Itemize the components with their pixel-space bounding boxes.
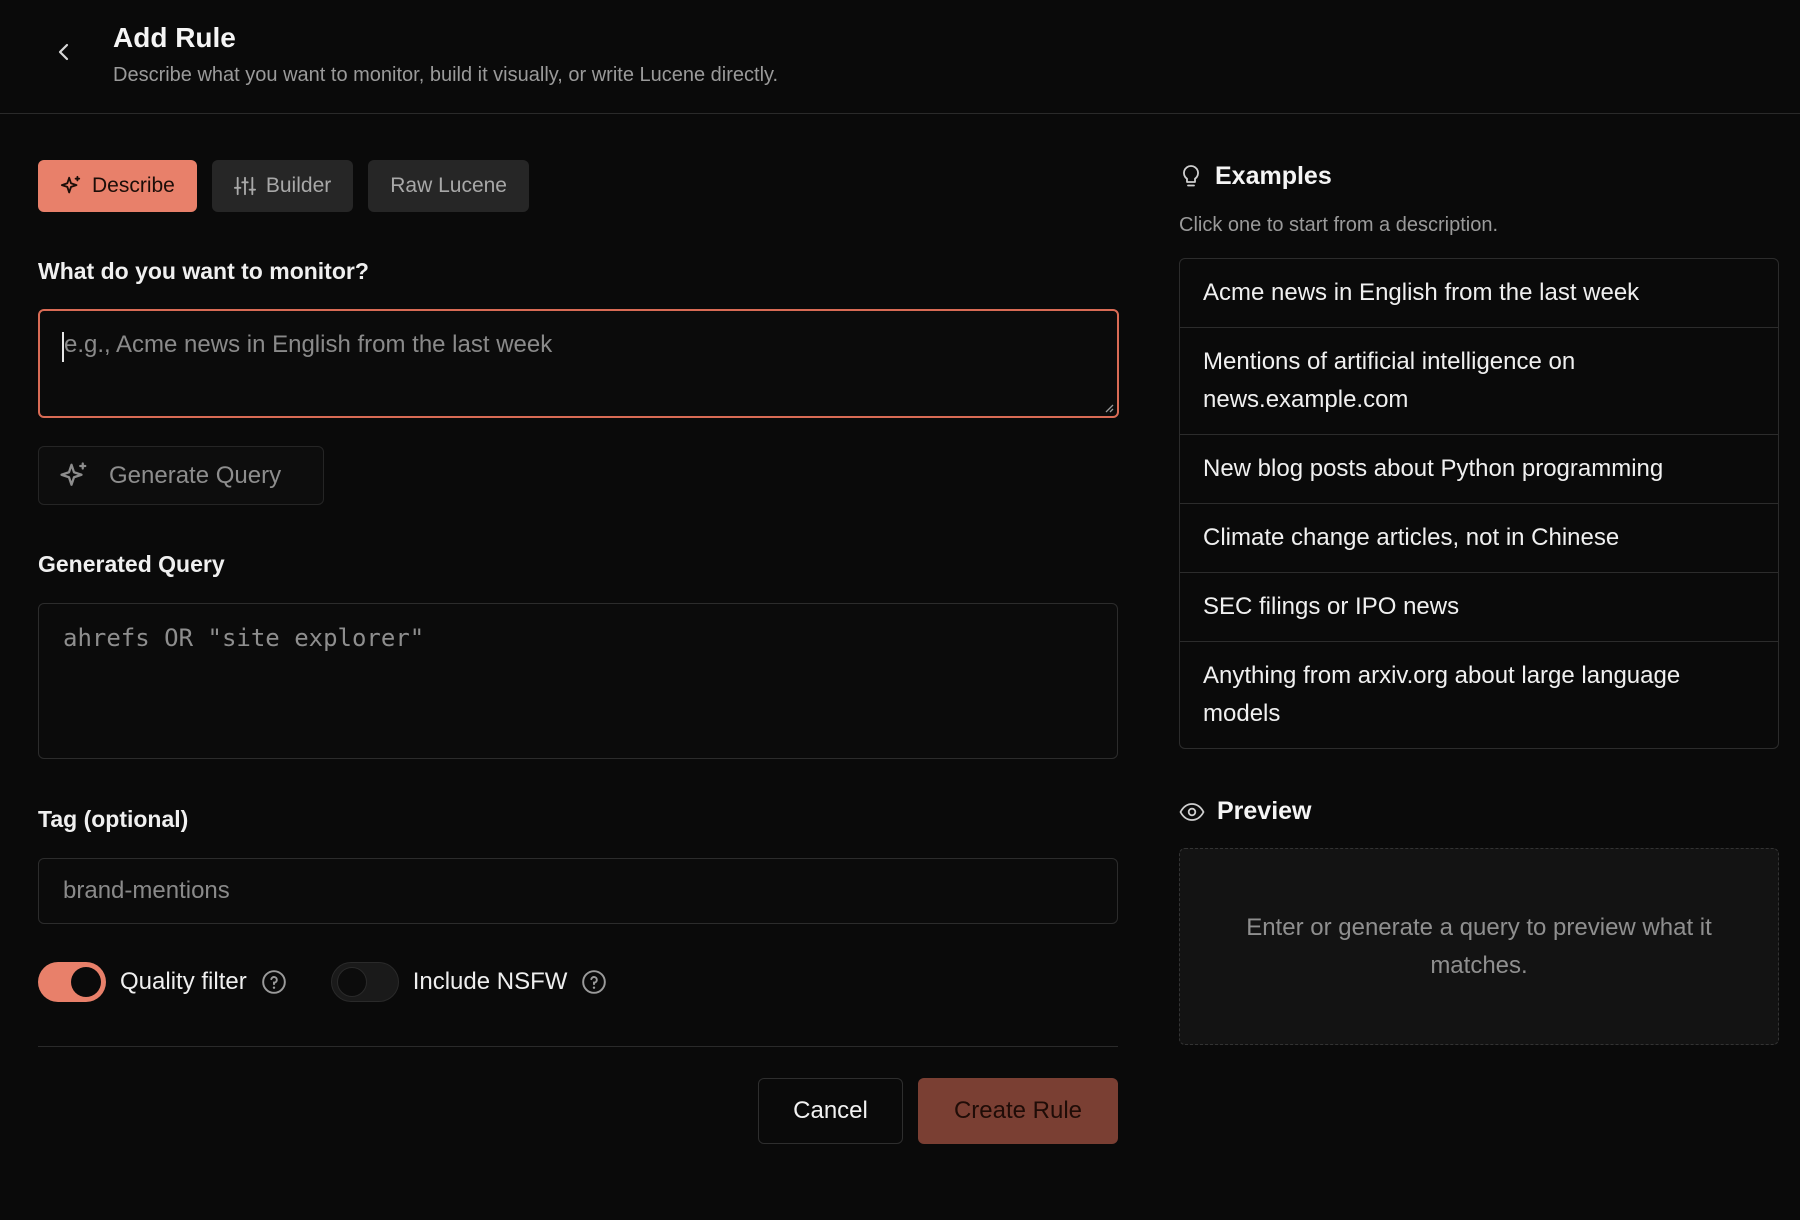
chevron-left-icon xyxy=(58,43,69,61)
page-subtitle: Describe what you want to monitor, build… xyxy=(113,64,779,86)
tag-input[interactable]: brand-mentions xyxy=(38,858,1118,924)
help-circle-icon xyxy=(261,970,286,994)
example-item[interactable]: New blog posts about Python programming xyxy=(1180,435,1778,504)
create-rule-button[interactable]: Create Rule xyxy=(918,1078,1118,1144)
quality-filter-toggle[interactable] xyxy=(38,962,106,1002)
examples-list: Acme news in English from the last week … xyxy=(1179,258,1779,749)
examples-title: Examples xyxy=(1215,162,1332,190)
include-nsfw-toggle[interactable] xyxy=(330,962,399,1002)
sparkle-icon xyxy=(60,175,81,194)
tag-label: Tag (optional) xyxy=(38,806,189,832)
toggle-knob xyxy=(71,967,101,997)
include-nsfw-help[interactable] xyxy=(581,969,607,995)
sliders-icon xyxy=(233,176,256,196)
page-title: Add Rule xyxy=(113,22,236,53)
example-item[interactable]: SEC filings or IPO news xyxy=(1180,573,1778,642)
lightbulb-icon xyxy=(1183,164,1199,186)
preview-title: Preview xyxy=(1217,797,1312,825)
generate-query-button[interactable]: Generate Query xyxy=(38,446,324,505)
describe-textarea[interactable]: e.g., Acme news in English from the last… xyxy=(38,309,1119,418)
generated-query-field[interactable]: ahrefs OR "site explorer" xyxy=(38,603,1118,759)
sparkle-icon xyxy=(60,461,87,486)
example-item[interactable]: Climate change articles, not in Chinese xyxy=(1180,504,1778,573)
help-circle-icon xyxy=(582,970,607,994)
preview-empty-text: Enter or generate a query to preview wha… xyxy=(1246,913,1712,979)
preview-heading: Preview xyxy=(1179,797,1312,826)
include-nsfw-label: Include NSFW xyxy=(412,968,568,995)
form-divider xyxy=(38,1046,1118,1047)
example-item[interactable]: Mentions of artificial intelligence on n… xyxy=(1180,328,1778,435)
filter-toggles: Quality filter Include NSFW xyxy=(38,962,607,1002)
cancel-button[interactable]: Cancel xyxy=(758,1078,903,1144)
tab-builder-label: Builder xyxy=(265,174,332,197)
example-item[interactable]: Anything from arxiv.org about large lang… xyxy=(1180,642,1778,748)
tab-describe[interactable]: Describe xyxy=(38,160,197,212)
generate-query-label: Generate Query xyxy=(109,461,282,489)
toggle-knob xyxy=(336,967,367,997)
tag-placeholder: brand-mentions xyxy=(63,877,230,904)
back-button[interactable] xyxy=(48,36,80,68)
preview-panel: Enter or generate a query to preview wha… xyxy=(1179,848,1779,1045)
tab-builder[interactable]: Builder xyxy=(211,160,354,212)
page-header: Add Rule Describe what you want to monit… xyxy=(0,0,1800,114)
examples-heading: Examples xyxy=(1179,162,1332,191)
tab-raw-lucene[interactable]: Raw Lucene xyxy=(368,160,529,212)
describe-placeholder: e.g., Acme news in English from the last… xyxy=(64,331,553,358)
generated-query-label: Generated Query xyxy=(38,551,225,577)
examples-subtitle: Click one to start from a description. xyxy=(1179,214,1499,236)
tab-describe-label: Describe xyxy=(92,174,175,197)
quality-filter-label: Quality filter xyxy=(120,968,247,995)
tab-raw-lucene-label: Raw Lucene xyxy=(390,174,507,197)
describe-label: What do you want to monitor? xyxy=(38,258,369,284)
example-item[interactable]: Acme news in English from the last week xyxy=(1180,259,1778,328)
eye-icon xyxy=(1179,802,1205,821)
quality-filter-help[interactable] xyxy=(261,969,287,995)
resize-handle-icon[interactable] xyxy=(1102,401,1114,413)
text-caret xyxy=(62,332,64,362)
mode-tabs: Describe Builder Raw Lucene xyxy=(38,160,529,212)
